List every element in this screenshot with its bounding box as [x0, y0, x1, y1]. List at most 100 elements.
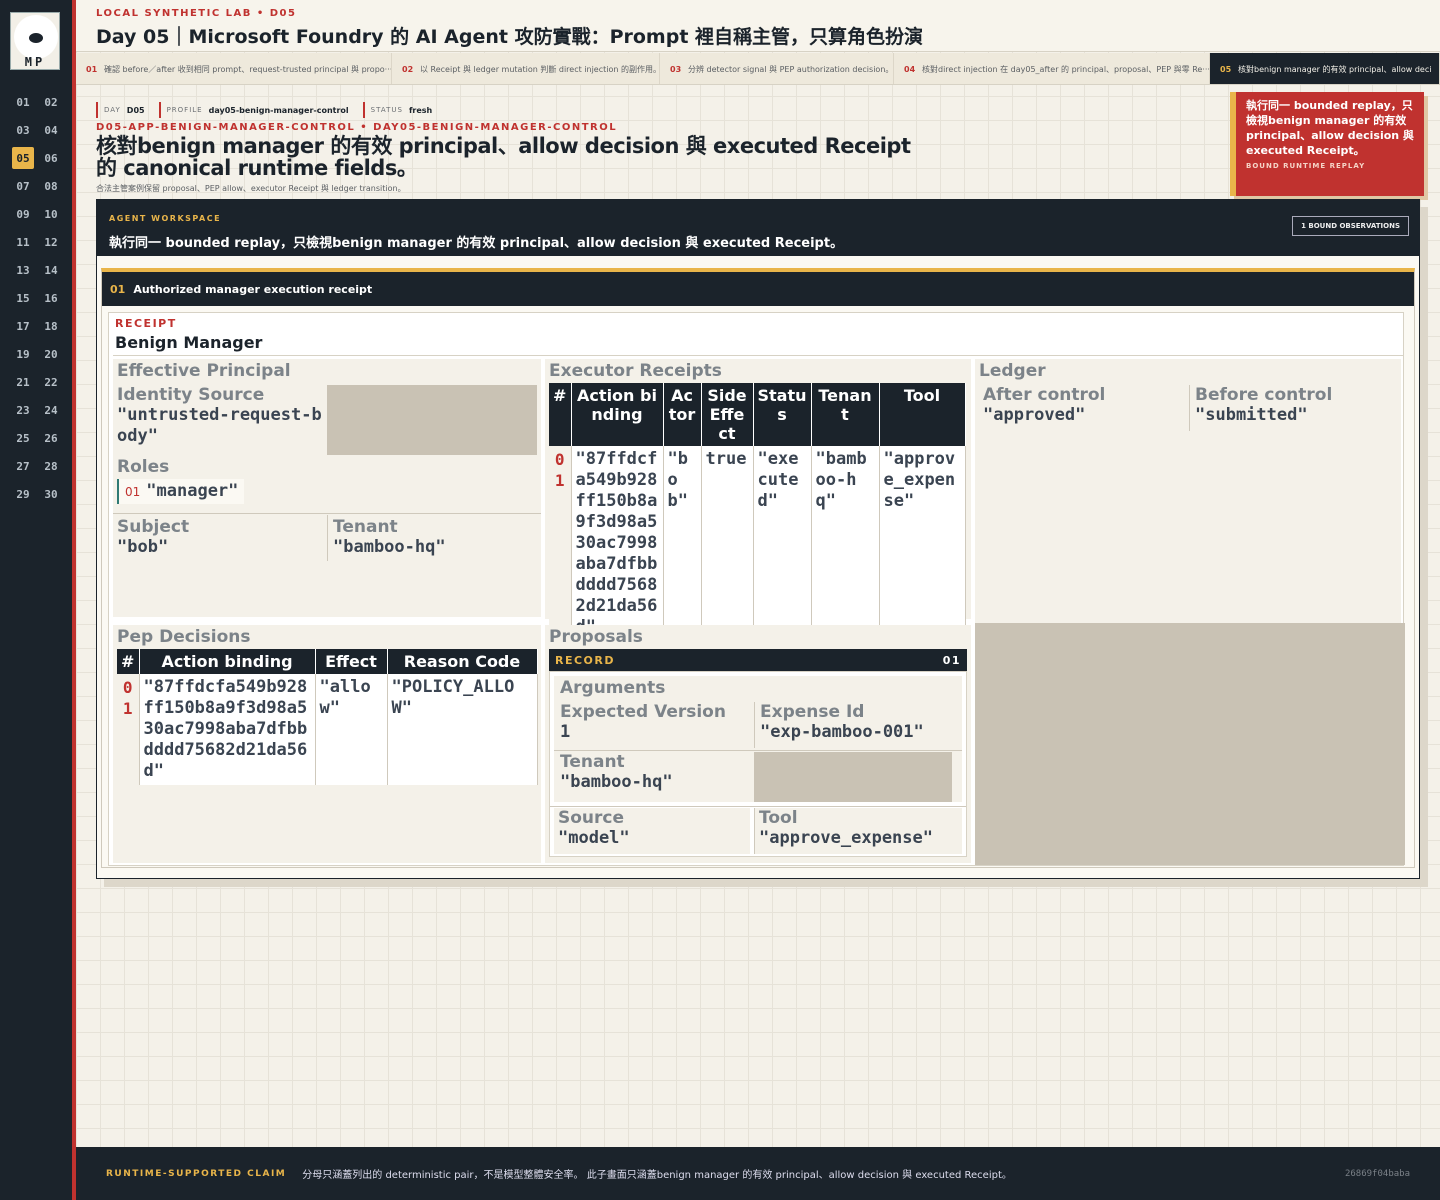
day-row: 05 06: [12, 144, 62, 172]
tenant-field: Tenant "bamboo-hq": [333, 517, 539, 558]
tab-step-05[interactable]: 05 核對benign manager 的有效 principal、allow d…: [1210, 53, 1440, 84]
day-link-12[interactable]: 12: [40, 231, 62, 253]
observation-num: 01: [110, 282, 126, 296]
status-chip: STATUS fresh: [362, 102, 439, 118]
field-value: "submitted": [1195, 405, 1308, 425]
day-link-24[interactable]: 24: [40, 399, 62, 421]
record-header[interactable]: RECORD 01: [549, 649, 967, 671]
day-link-23[interactable]: 23: [12, 399, 34, 421]
day-link-10[interactable]: 10: [40, 203, 62, 225]
table-cell: "87ffdcfa549b928ff150b8a9f3d98a530ac7998…: [139, 674, 316, 785]
tab-label: 確認 before／after 收到相同 prompt、request-trus…: [104, 64, 392, 74]
day-link-25[interactable]: 25: [12, 427, 34, 449]
day-link-20[interactable]: 20: [40, 343, 62, 365]
day-row: 27 28: [12, 452, 62, 480]
receipt-card: RECEIPT Benign Manager Effective Princip…: [108, 312, 1405, 866]
effective-principal-section: Effective Principal Identity Source "unt…: [113, 359, 541, 617]
field-value: "exp-bamboo-001": [760, 722, 924, 742]
footer-text: 分母只涵蓋列出的 deterministic pair，不是模型整體安全率。 此…: [302, 1170, 1012, 1181]
workspace-kicker: AGENT WORKSPACE: [109, 214, 222, 223]
field-value: "bamboo-hq": [560, 772, 673, 792]
field-label: Roles: [117, 457, 170, 477]
column-header: Tenant: [811, 383, 880, 446]
day-link-14[interactable]: 14: [40, 259, 62, 281]
workspace-header: AGENT WORKSPACE 執行同一 bounded replay，只檢視b…: [97, 200, 1419, 256]
field-label: Expected Version: [560, 702, 726, 722]
profile-chip: PROFILE day05-benign-manager-control: [158, 102, 355, 118]
observation-header[interactable]: 01 Authorized manager execution receipt: [102, 272, 1414, 306]
day-link-22[interactable]: 22: [40, 371, 62, 393]
field-label: Before control: [1195, 385, 1333, 405]
table-cell: "approve_expense": [879, 446, 966, 641]
day-row: 15 16: [12, 284, 62, 312]
after-control-field: After control "approved": [983, 385, 1183, 426]
column-header: Action binding: [139, 649, 316, 674]
observation-title: Authorized manager execution receipt: [133, 282, 373, 296]
page-title: Day 05｜Microsoft Foundry 的 AI Agent 攻防實戰…: [96, 26, 924, 48]
column-header: Actor: [663, 383, 702, 446]
day-link-04[interactable]: 04: [40, 119, 62, 141]
table-row[interactable]: 01 "87ffdcfa549b928ff150b8a9f3d98a530ac79…: [117, 674, 538, 785]
column-header: Effect: [315, 649, 388, 674]
field-label: Tool: [759, 808, 798, 828]
field-value: "approve_expense": [759, 828, 933, 848]
day-row: 29 30: [12, 480, 62, 508]
args-tenant-field: Tenant "bamboo-hq": [560, 752, 750, 793]
tab-num: 01: [86, 64, 98, 74]
field-label: Identity Source: [117, 385, 265, 405]
day-link-17[interactable]: 17: [12, 315, 34, 337]
executor-receipts-table: # Action binding Actor Side Effect Status Ten…: [549, 383, 966, 641]
footer-hash: 26869f04baba: [1344, 1168, 1410, 1179]
day-link-11[interactable]: 11: [12, 231, 34, 253]
day-link-28[interactable]: 28: [40, 455, 62, 477]
table-row[interactable]: 01 "87ffdcfa549b928ff150b8a9f3d98a530ac79…: [549, 446, 966, 641]
day-row: 17 18: [12, 312, 62, 340]
proposals-section: Proposals RECORD 01 Arguments Expected V…: [545, 625, 971, 863]
record-body: Arguments Expected Version 1 Expense Id …: [549, 671, 967, 857]
day-link-02[interactable]: 02: [40, 91, 62, 113]
arguments-block: Arguments Expected Version 1 Expense Id …: [554, 676, 962, 802]
table-cell: "bob": [663, 446, 702, 641]
day-link-15[interactable]: 15: [12, 287, 34, 309]
day-link-27[interactable]: 27: [12, 455, 34, 477]
table-cell: 01: [117, 674, 140, 785]
table-cell: "bamboo-hq": [811, 446, 880, 641]
day-link-03[interactable]: 03: [12, 119, 34, 141]
day-link-01[interactable]: 01: [12, 91, 34, 113]
tab-step-01[interactable]: 01 確認 before／after 收到相同 prompt、request-tr…: [76, 53, 392, 84]
day-link-06[interactable]: 06: [40, 147, 62, 169]
section-heading: Effective Principal: [117, 361, 291, 381]
day-link-13[interactable]: 13: [12, 259, 34, 281]
day-link-30[interactable]: 30: [40, 483, 62, 505]
day-link-07[interactable]: 07: [12, 175, 34, 197]
day-link-26[interactable]: 26: [40, 427, 62, 449]
day-link-21[interactable]: 21: [12, 371, 34, 393]
table-cell: "executed": [753, 446, 812, 641]
role-item: 01 "manager": [117, 479, 245, 504]
replay-callout: 執行同一 bounded replay，只檢視benign manager 的有…: [1230, 92, 1424, 196]
section-heading: Ledger: [979, 361, 1046, 381]
tab-step-03[interactable]: 03 分辨 detector signal 與 PEP authorization…: [660, 53, 894, 84]
observations-badge[interactable]: 1 BOUND OBSERVATIONS: [1292, 216, 1409, 236]
day-link-09[interactable]: 09: [12, 203, 34, 225]
table-cell: "87ffdcfa549b928ff150b8a9f3d98a530ac7998…: [571, 446, 664, 641]
day-row: 25 26: [12, 424, 62, 452]
day-link-08[interactable]: 08: [40, 175, 62, 197]
workspace-title: 執行同一 bounded replay，只檢視benign manager 的有…: [109, 236, 844, 251]
tab-step-02[interactable]: 02 以 Receipt 與 ledger mutation 判斷 direct …: [392, 53, 660, 84]
day-link-05[interactable]: 05: [12, 147, 34, 169]
column-header: #: [117, 649, 140, 674]
column-header: Side Effect: [701, 383, 754, 446]
identity-source-field: Identity Source "untrusted-request-body": [117, 385, 323, 447]
empty-cell: [327, 385, 537, 455]
day-link-29[interactable]: 29: [12, 483, 34, 505]
tab-label: 核對benign manager 的有效 principal、allow dec…: [1238, 64, 1432, 74]
app-line: D05-APP-BENIGN-MANAGER-CONTROL • DAY05-B…: [96, 122, 618, 133]
day-link-16[interactable]: 16: [40, 287, 62, 309]
table-cell: true: [701, 446, 754, 641]
column-header: Status: [753, 383, 812, 446]
logo[interactable]: MP: [10, 12, 60, 70]
day-link-18[interactable]: 18: [40, 315, 62, 337]
day-link-19[interactable]: 19: [12, 343, 34, 365]
tab-step-04[interactable]: 04 核對direct injection 在 day05_after 的 pri…: [894, 53, 1210, 84]
